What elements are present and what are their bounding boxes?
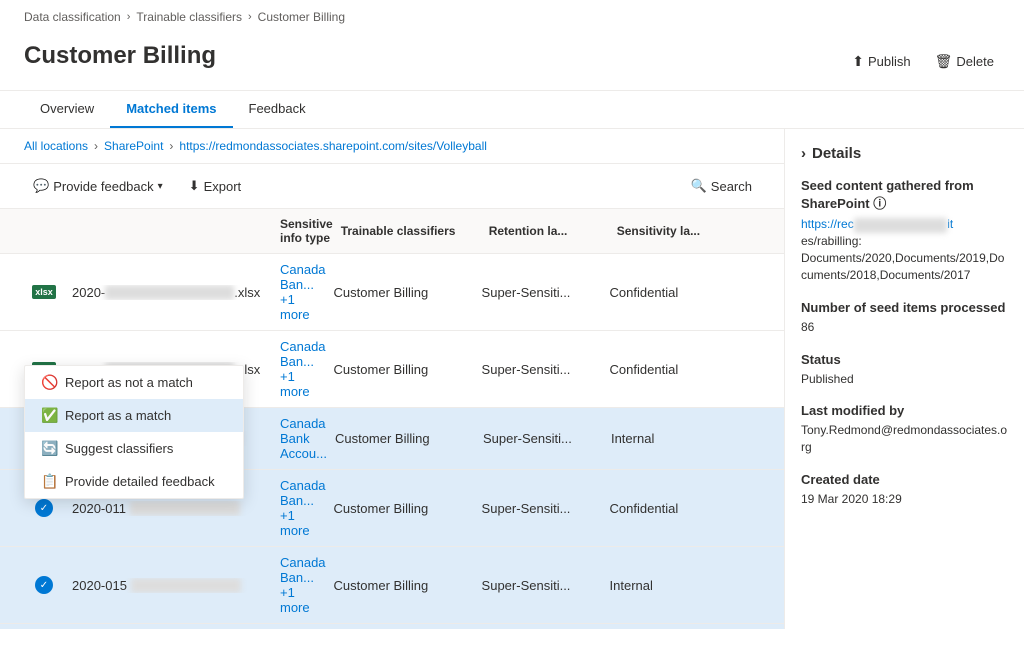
- detail-created-label: Created date: [801, 472, 1008, 487]
- tab-matched-items[interactable]: Matched items: [110, 91, 232, 128]
- location-bar: All locations › SharePoint › https://red…: [0, 129, 784, 164]
- sensitivity-val: Confidential: [610, 362, 710, 377]
- classifier-val: Customer Billing: [334, 501, 474, 516]
- page-title: Customer Billing: [24, 42, 216, 70]
- toolbar-left: 💬 Provide feedback ▾ ⬇ Export: [24, 172, 250, 200]
- export-icon: ⬇: [189, 178, 200, 194]
- sensitive-info[interactable]: Canada Ban... +1 more: [280, 478, 326, 538]
- breadcrumb-trainable-classifiers[interactable]: Trainable classifiers: [136, 10, 242, 24]
- page-actions: ⬆ Publish 🗑 Delete: [846, 45, 1000, 78]
- file-name: 2020-015 ████████████: [72, 578, 272, 593]
- classifier-val: Customer Billing: [334, 362, 474, 377]
- check-selected-icon: [24, 576, 64, 594]
- sensitive-info[interactable]: Canada Bank Accou...: [280, 416, 327, 461]
- retention-val: Super-Sensiti...: [482, 285, 602, 300]
- publish-icon: ⬆: [852, 53, 864, 70]
- delete-icon: 🗑: [935, 53, 953, 70]
- detail-modified-label: Last modified by: [801, 403, 1008, 418]
- table-header: Sensitive info type Trainable classifier…: [0, 209, 784, 254]
- page-header: Customer Billing ⬆ Publish 🗑 Delete: [0, 34, 1024, 91]
- details-chevron-icon: ›: [801, 145, 806, 162]
- content-area: All locations › SharePoint › https://red…: [0, 129, 784, 629]
- main-layout: All locations › SharePoint › https://red…: [0, 129, 1024, 629]
- details-panel: › Details Seed content gathered from Sha…: [784, 129, 1024, 629]
- detail-modified-value: Tony.Redmond@redmondassociates.org: [801, 422, 1008, 456]
- detail-seed-value: https://rec████████████it es/rabilling: …: [801, 216, 1008, 284]
- sensitivity-val: Internal: [611, 431, 711, 446]
- breadcrumb-current: Customer Billing: [258, 10, 345, 24]
- col-header-sensitivity: Sensitivity la...: [617, 224, 717, 238]
- detail-seed-label: Seed content gathered from SharePoint ⓘ: [801, 178, 1008, 212]
- sensitivity-val: Confidential: [610, 501, 710, 516]
- detail-status-label: Status: [801, 352, 1008, 367]
- tabs: Overview Matched items Feedback: [0, 91, 1024, 129]
- table-row[interactable]: 2020-015 ████████████ Canada Ban... +1 m…: [0, 547, 784, 624]
- file-name: 2020-██████████████.xlsx: [72, 285, 272, 300]
- breadcrumb-sep-2: ›: [248, 11, 252, 23]
- sensitivity-val: Confidential: [610, 285, 710, 300]
- detail-status-value: Published: [801, 371, 1008, 388]
- location-all[interactable]: All locations: [24, 139, 88, 153]
- sensitive-info[interactable]: Canada Ban... +1 more: [280, 262, 326, 322]
- detail-seed-count: Number of seed items processed 86: [801, 300, 1008, 336]
- toolbar: 💬 Provide feedback ▾ ⬇ Export 🔍 Search: [0, 164, 784, 209]
- detail-seed-count-label: Number of seed items processed: [801, 300, 1008, 315]
- sensitive-info[interactable]: Canada Ban... +1 more: [280, 555, 326, 615]
- dropdown-item-match[interactable]: ✅ Report as a match: [25, 399, 243, 432]
- publish-button[interactable]: ⬆ Publish: [846, 49, 916, 74]
- table-row[interactable]: 2020-014 ████████████ Canada Bank Accou.…: [0, 624, 784, 629]
- chevron-down-icon: ▾: [158, 181, 163, 192]
- dropdown-item-detailed[interactable]: 📋 Provide detailed feedback: [25, 465, 243, 498]
- search-button[interactable]: 🔍 Search: [683, 173, 760, 199]
- file-name: 2020-011 ████████████: [72, 501, 272, 516]
- tab-overview[interactable]: Overview: [24, 91, 110, 128]
- detail-seed-count-value: 86: [801, 319, 1008, 336]
- check-selected-icon: [24, 499, 64, 517]
- col-header-retention: Retention la...: [489, 224, 609, 238]
- provide-feedback-button[interactable]: 💬 Provide feedback ▾: [24, 172, 172, 200]
- dropdown-item-suggest[interactable]: 🔄 Suggest classifiers: [25, 432, 243, 465]
- retention-val: Super-Sensiti...: [482, 362, 602, 377]
- dropdown-item-not-match[interactable]: 🚫 Report as not a match: [25, 366, 243, 399]
- feedback-dropdown-menu: 🚫 Report as not a match ✅ Report as a ma…: [24, 365, 244, 499]
- tab-feedback[interactable]: Feedback: [233, 91, 322, 128]
- details-header[interactable]: › Details: [801, 145, 1008, 162]
- breadcrumb-sep-1: ›: [127, 11, 131, 23]
- retention-val: Super-Sensiti...: [482, 501, 602, 516]
- detailed-icon: 📋: [41, 473, 57, 490]
- suggest-icon: 🔄: [41, 440, 57, 457]
- retention-val: Super-Sensiti...: [483, 431, 603, 446]
- sensitive-info[interactable]: Canada Ban... +1 more: [280, 339, 326, 399]
- retention-val: Super-Sensiti...: [482, 578, 602, 593]
- detail-seed-content: Seed content gathered from SharePoint ⓘ …: [801, 178, 1008, 284]
- search-icon: 🔍: [691, 178, 707, 194]
- classifier-val: Customer Billing: [334, 578, 474, 593]
- match-icon: ✅: [41, 407, 57, 424]
- file-icon: xlsx: [24, 285, 64, 299]
- classifier-val: Customer Billing: [335, 431, 475, 446]
- delete-button[interactable]: 🗑 Delete: [929, 49, 1000, 74]
- location-sharepoint[interactable]: SharePoint: [104, 139, 163, 153]
- export-button[interactable]: ⬇ Export: [180, 172, 250, 200]
- breadcrumb: Data classification › Trainable classifi…: [0, 0, 1024, 34]
- feedback-icon: 💬: [33, 178, 49, 194]
- col-header-sensitive: Sensitive info type: [280, 217, 333, 245]
- table-row[interactable]: xlsx 2020-██████████████.xlsx Canada Ban…: [0, 254, 784, 331]
- detail-created-value: 19 Mar 2020 18:29: [801, 491, 1008, 508]
- location-url[interactable]: https://redmondassociates.sharepoint.com…: [179, 139, 487, 153]
- col-header-classifier: Trainable classifiers: [341, 224, 481, 238]
- classifier-val: Customer Billing: [334, 285, 474, 300]
- not-match-icon: 🚫: [41, 374, 57, 391]
- breadcrumb-data-classification[interactable]: Data classification: [24, 10, 121, 24]
- sensitivity-val: Internal: [610, 578, 710, 593]
- detail-status: Status Published: [801, 352, 1008, 388]
- detail-created-date: Created date 19 Mar 2020 18:29: [801, 472, 1008, 508]
- detail-modified-by: Last modified by Tony.Redmond@redmondass…: [801, 403, 1008, 456]
